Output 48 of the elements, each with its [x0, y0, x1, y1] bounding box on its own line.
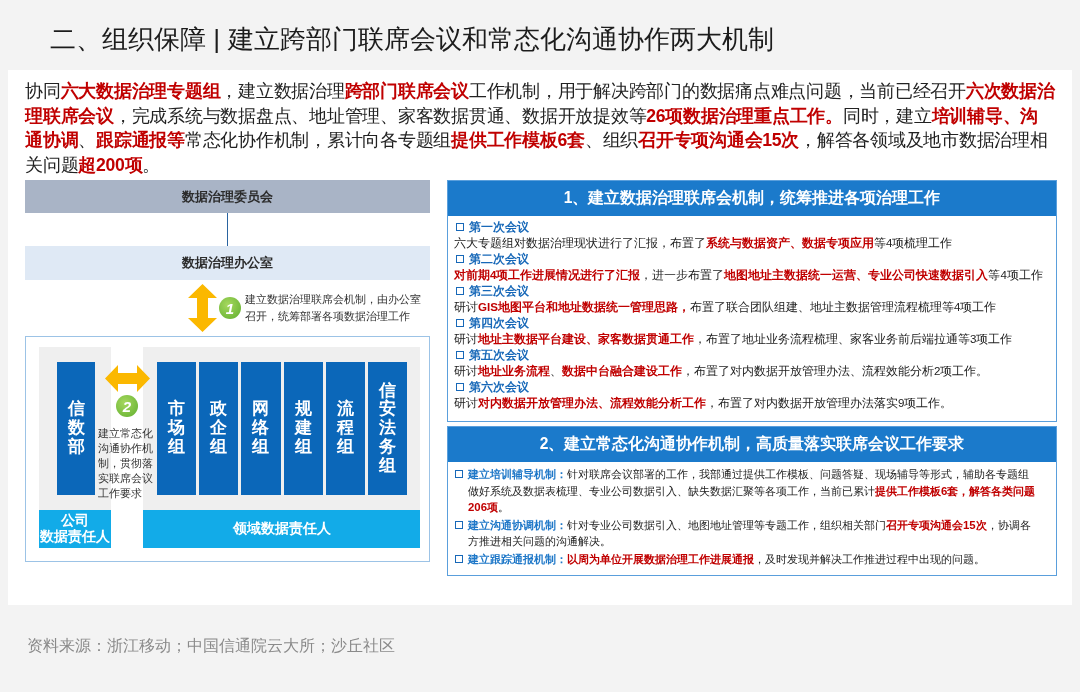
square-bullet-icon: [456, 351, 464, 359]
meeting-heading: 第三次会议: [469, 283, 529, 299]
meeting-heading: 第一次会议: [469, 219, 529, 235]
owner-text: 数据责任人: [40, 529, 110, 545]
group-column: 信安法务组: [367, 362, 408, 495]
section-header: 1、建立数据治理联席会机制，统筹推进各项治理工作: [448, 181, 1056, 216]
step-number: 2: [116, 395, 138, 417]
group-column: 规建组: [283, 362, 323, 495]
meeting-description: 研讨地址业务流程、数据中台融合建设工作，布置了对内数据开放管理办法、流程效能分析2项工作。: [454, 363, 990, 379]
square-bullet-icon: [456, 223, 464, 231]
square-bullet-icon: [456, 383, 464, 391]
owner-text: 领域数据责任人: [232, 521, 331, 537]
step-description: 建立数据治理联席会机制，由办公室召开，统筹部署各项数据治理工作: [245, 292, 422, 324]
mechanism-description: 建立沟通协调机制：针对专业公司数据引入、地图地址管理等专题工作，组织相关部门召开专项沟通会15次，协调各方推进相关问题的沟通解决。: [468, 517, 1032, 549]
committee-node: 数据治理委员会: [25, 180, 430, 213]
mechanism-description: 建立培训辅导机制：针对联席会议部署的工作，我部通过提供工作模板、问题答疑、现场辅导等形式，辅助各专题组做好系统及数据表梳理、专业公司数据引入、缺失数据汇聚等各项工作，当前已累计提供工作模板6套，解答各类问题206项。: [468, 467, 1037, 515]
meeting-description: 研讨地址主数据平台建设、家客数据贯通工作，布置了地址业务流程梳理、家客业务前后端拉通等3项工作: [454, 331, 1014, 347]
square-bullet-icon: [455, 470, 463, 478]
left-right-arrow-icon: [104, 365, 150, 392]
mechanism-description: 建立跟踪通报机制：以周为单位开展数据治理工作进展通报，及时发现并解决工作推进过程中出现的问题。: [468, 551, 986, 567]
group-column: 政企组: [199, 362, 239, 495]
owner-text: 公司: [61, 513, 89, 529]
source-note: 资料来源：浙江移动；中国信通院云大所；沙丘社区: [27, 635, 395, 656]
square-bullet-icon: [456, 287, 464, 295]
office-node: 数据治理办公室: [25, 246, 430, 280]
square-bullet-icon: [456, 255, 464, 263]
meeting-description: 对前期4项工作进展情况进行了汇报，进一步布置了地图地址主数据统一运营、专业公司快速数据引入等4项工作: [454, 267, 1044, 283]
intro-paragraph: 协同六大数据治理专题组，建立数据治理跨部门联席会议工作机制，用于解决跨部门的数据痛点难点问题，当前已经召开六次数据治理联席会议，完成系统与数据盘点、地址管理、家客数据贯通、数据开放提效等26项数据治理重点工作。同时，建立培训辅导、沟通协调、跟踪通报等常态化协作机制，累计向各专题组提供工作模板6套、组织召开专项沟通会15次，解答各领域及地市数据治理相关问题超200项。: [25, 80, 1055, 177]
up-down-arrow-icon: [188, 284, 217, 332]
meeting-description: 研讨GIS地图平台和地址数据统一管理思路，布置了联合团队组建、地址主数据管理流程梳理等4项工作: [454, 299, 998, 315]
group-column: 流程组: [325, 362, 365, 495]
meeting-description: 六大专题组对数据治理现状进行了汇报，布置了系统与数据资产、数据专项应用等4项梳理工作: [454, 235, 954, 251]
page-title: 二、组织保障 | 建立跨部门联席会议和常态化沟通协作两大机制: [50, 23, 774, 56]
group-column: 网络组: [241, 362, 281, 495]
department-column: 信数部: [57, 362, 95, 495]
meeting-heading: 第五次会议: [469, 347, 529, 363]
square-bullet-icon: [456, 319, 464, 327]
meeting-heading: 第二次会议: [469, 251, 529, 267]
meeting-heading: 第六次会议: [469, 379, 529, 395]
meeting-heading: 第四次会议: [469, 315, 529, 331]
step-description: 建立常态化沟通协作机制，贯彻落实联席会议工作要求: [98, 426, 154, 501]
step-number: 1: [219, 297, 241, 319]
meeting-description: 研讨对内数据开放管理办法、流程效能分析工作，布置了对内数据开放管理办法落实9项工作。: [454, 395, 954, 411]
square-bullet-icon: [455, 520, 463, 529]
section-header: 2、建立常态化沟通协作机制，高质量落实联席会议工作要求: [448, 427, 1056, 462]
connector-line: [227, 213, 228, 246]
group-column: 市场组: [157, 362, 197, 495]
square-bullet-icon: [455, 554, 463, 563]
